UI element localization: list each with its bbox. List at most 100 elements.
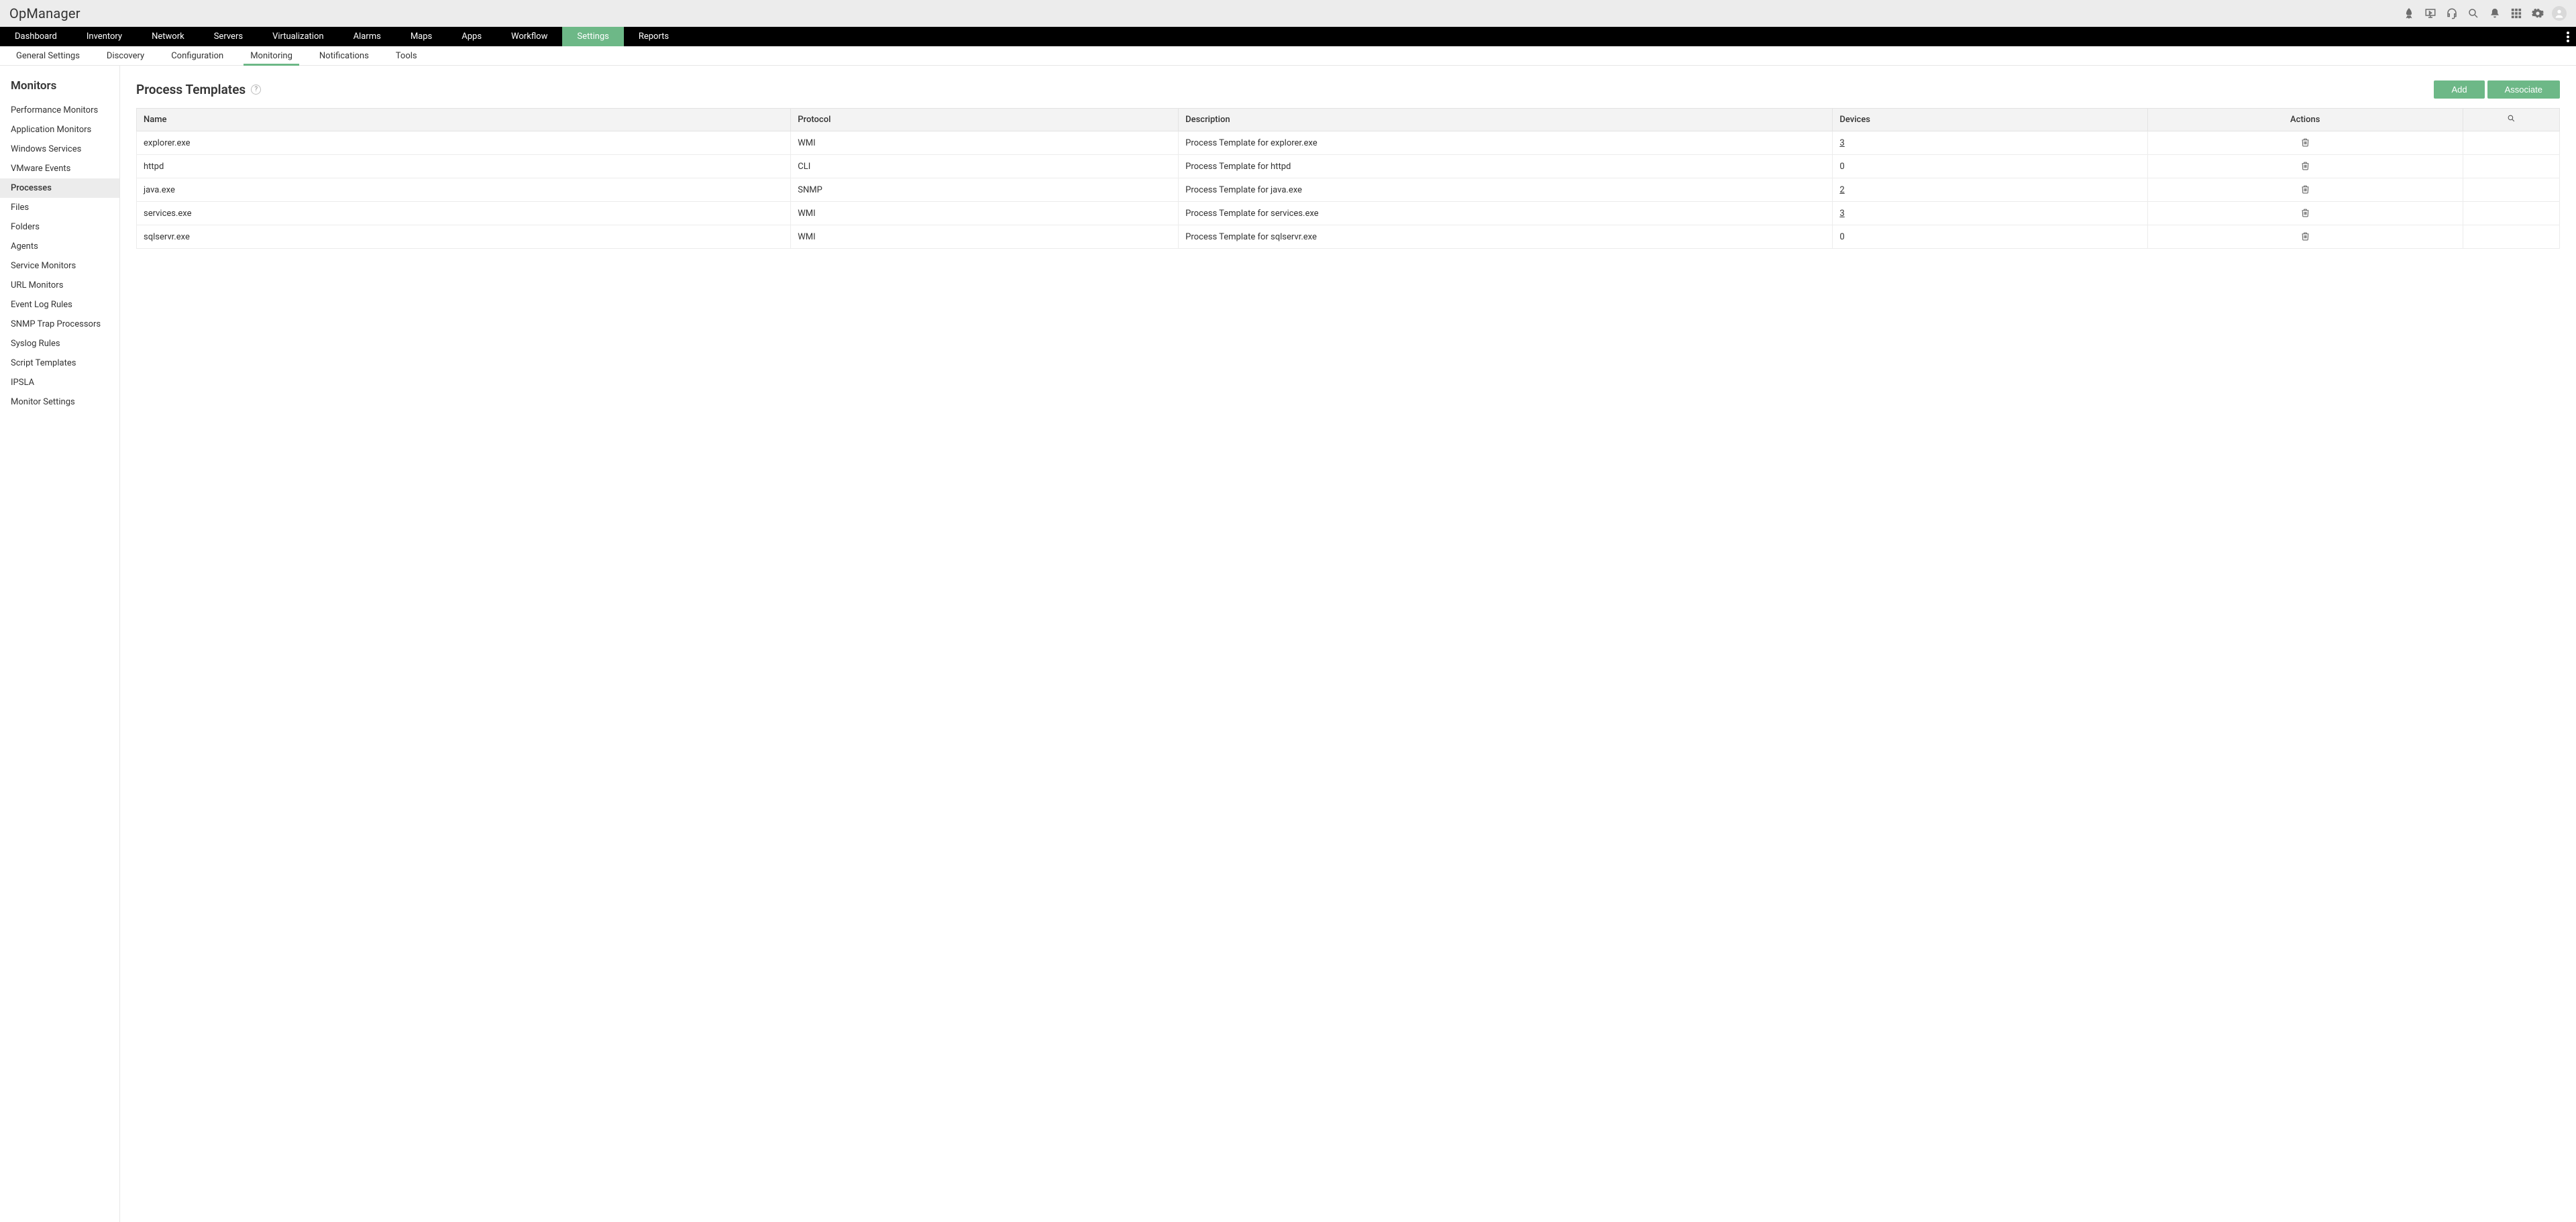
col-search[interactable]: [2463, 109, 2560, 131]
sidebar-item-monitor-settings[interactable]: Monitor Settings: [0, 392, 119, 412]
cell-empty: [2463, 202, 2560, 225]
gear-icon[interactable]: [2528, 3, 2548, 23]
sidebar-item-ipsla[interactable]: IPSLA: [0, 373, 119, 392]
sidebar-item-performance-monitors[interactable]: Performance Monitors: [0, 101, 119, 120]
nav-workflow[interactable]: Workflow: [496, 27, 562, 46]
cell-actions: [2147, 225, 2463, 249]
subnav-configuration[interactable]: Configuration: [158, 46, 237, 65]
process-templates-table: Name Protocol Description Devices Action…: [136, 108, 2560, 249]
sidebar-title: Monitors: [0, 75, 119, 101]
cell-actions: [2147, 202, 2463, 225]
cell-name[interactable]: httpd: [137, 155, 791, 178]
brand-bar: OpManager: [0, 0, 2576, 27]
cell-empty: [2463, 225, 2560, 249]
sidebar-item-application-monitors[interactable]: Application Monitors: [0, 120, 119, 140]
cell-actions: [2147, 178, 2463, 202]
bell-icon[interactable]: [2485, 3, 2505, 23]
page-header: Process Templates ? Add Associate: [136, 80, 2560, 99]
cell-devices[interactable]: 3: [1833, 131, 2148, 155]
trash-icon[interactable]: [2299, 207, 2311, 219]
main-content: Process Templates ? Add Associate Name P…: [120, 66, 2576, 1222]
trash-icon[interactable]: [2299, 230, 2311, 242]
more-vertical-icon[interactable]: [2560, 27, 2576, 46]
col-devices[interactable]: Devices: [1833, 109, 2148, 131]
sidebar-item-script-templates[interactable]: Script Templates: [0, 353, 119, 373]
sidebar-item-windows-services[interactable]: Windows Services: [0, 140, 119, 159]
table-row: sqlservr.exeWMIProcess Template for sqls…: [137, 225, 2560, 249]
cell-devices[interactable]: 2: [1833, 178, 2148, 202]
subnav-general-settings[interactable]: General Settings: [3, 46, 93, 65]
subnav-tools[interactable]: Tools: [382, 46, 431, 65]
cell-empty: [2463, 131, 2560, 155]
subnav-notifications[interactable]: Notifications: [306, 46, 382, 65]
cell-name[interactable]: explorer.exe: [137, 131, 791, 155]
nav-alarms[interactable]: Alarms: [339, 27, 396, 46]
cell-actions: [2147, 131, 2463, 155]
cell-protocol: WMI: [791, 225, 1179, 249]
cell-devices: 0: [1833, 225, 2148, 249]
cell-empty: [2463, 155, 2560, 178]
nav-apps[interactable]: Apps: [447, 27, 496, 46]
cell-description: Process Template for sqlservr.exe: [1179, 225, 1833, 249]
help-icon[interactable]: ?: [251, 85, 261, 95]
table-row: httpdCLIProcess Template for httpd0: [137, 155, 2560, 178]
trash-icon[interactable]: [2299, 183, 2311, 195]
cell-protocol: SNMP: [791, 178, 1179, 202]
trash-icon[interactable]: [2299, 136, 2311, 148]
nav-settings[interactable]: Settings: [562, 27, 623, 46]
sidebar-item-snmp-trap-processors[interactable]: SNMP Trap Processors: [0, 315, 119, 334]
cell-name[interactable]: services.exe: [137, 202, 791, 225]
subnav-discovery[interactable]: Discovery: [93, 46, 158, 65]
cell-description: Process Template for httpd: [1179, 155, 1833, 178]
col-protocol[interactable]: Protocol: [791, 109, 1179, 131]
cell-name[interactable]: java.exe: [137, 178, 791, 202]
sub-nav: General SettingsDiscoveryConfigurationMo…: [0, 46, 2576, 66]
nav-maps[interactable]: Maps: [396, 27, 447, 46]
nav-dashboard[interactable]: Dashboard: [0, 27, 72, 46]
nav-virtualization[interactable]: Virtualization: [258, 27, 339, 46]
cell-actions: [2147, 155, 2463, 178]
col-actions: Actions: [2147, 109, 2463, 131]
associate-button[interactable]: Associate: [2487, 80, 2560, 99]
sidebar-item-syslog-rules[interactable]: Syslog Rules: [0, 334, 119, 353]
table-row: java.exeSNMPProcess Template for java.ex…: [137, 178, 2560, 202]
cell-devices[interactable]: 3: [1833, 202, 2148, 225]
cell-name[interactable]: sqlservr.exe: [137, 225, 791, 249]
sidebar-item-folders[interactable]: Folders: [0, 217, 119, 237]
table-row: services.exeWMIProcess Template for serv…: [137, 202, 2560, 225]
col-description[interactable]: Description: [1179, 109, 1833, 131]
subnav-monitoring[interactable]: Monitoring: [237, 46, 306, 65]
nav-inventory[interactable]: Inventory: [72, 27, 137, 46]
trash-icon[interactable]: [2299, 160, 2311, 172]
add-button[interactable]: Add: [2434, 80, 2484, 99]
cell-description: Process Template for explorer.exe: [1179, 131, 1833, 155]
col-name[interactable]: Name: [137, 109, 791, 131]
cell-description: Process Template for services.exe: [1179, 202, 1833, 225]
table-header-row: Name Protocol Description Devices Action…: [137, 109, 2560, 131]
nav-network[interactable]: Network: [137, 27, 199, 46]
nav-reports[interactable]: Reports: [624, 27, 684, 46]
cell-protocol: WMI: [791, 131, 1179, 155]
product-name: OpManager: [9, 5, 80, 21]
table-search-icon[interactable]: [2507, 114, 2516, 123]
page-title: Process Templates: [136, 82, 246, 97]
headset-icon[interactable]: [2442, 3, 2462, 23]
apps-grid-icon[interactable]: [2506, 3, 2526, 23]
presentation-icon[interactable]: [2420, 3, 2440, 23]
sidebar: Monitors Performance MonitorsApplication…: [0, 66, 120, 1222]
nav-servers[interactable]: Servers: [199, 27, 258, 46]
sidebar-item-processes[interactable]: Processes: [0, 178, 119, 198]
rocket-icon[interactable]: [2399, 3, 2419, 23]
sidebar-item-event-log-rules[interactable]: Event Log Rules: [0, 295, 119, 315]
primary-nav: DashboardInventoryNetworkServersVirtuali…: [0, 27, 2576, 46]
search-icon[interactable]: [2463, 3, 2483, 23]
cell-description: Process Template for java.exe: [1179, 178, 1833, 202]
sidebar-item-vmware-events[interactable]: VMware Events: [0, 159, 119, 178]
cell-protocol: CLI: [791, 155, 1179, 178]
cell-empty: [2463, 178, 2560, 202]
sidebar-item-agents[interactable]: Agents: [0, 237, 119, 256]
sidebar-item-files[interactable]: Files: [0, 198, 119, 217]
sidebar-item-service-monitors[interactable]: Service Monitors: [0, 256, 119, 276]
sidebar-item-url-monitors[interactable]: URL Monitors: [0, 276, 119, 295]
user-avatar-icon[interactable]: [2552, 6, 2567, 21]
